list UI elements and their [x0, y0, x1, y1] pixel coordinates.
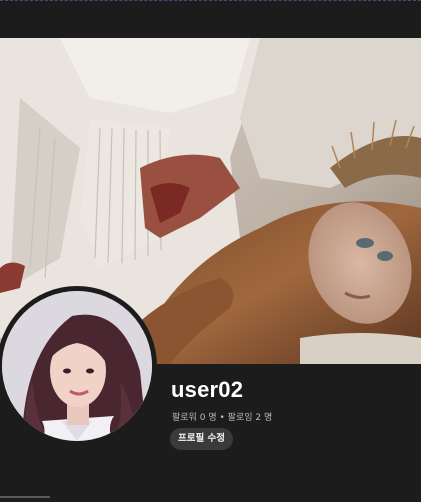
- followers-link[interactable]: 팔로워 0 명: [172, 413, 217, 423]
- following-label: 팔로잉: [227, 413, 253, 423]
- edit-profile-button[interactable]: 프로필 수정: [170, 428, 234, 450]
- following-link[interactable]: 팔로잉 2 명: [228, 413, 273, 423]
- follow-stats: 팔로워 0 명 • 팔로잉 2 명: [172, 410, 272, 423]
- following-unit: 명: [264, 413, 273, 423]
- username: user02: [171, 377, 244, 402]
- stats-separator: •: [219, 413, 225, 423]
- avatar[interactable]: [2, 291, 152, 441]
- followers-count: 0: [199, 413, 206, 423]
- top-bar: [0, 0, 421, 38]
- followers-unit: 명: [208, 413, 217, 423]
- followers-label: 팔로워: [172, 413, 197, 423]
- following-count: 2: [255, 413, 262, 423]
- bottom-divider: [0, 496, 50, 498]
